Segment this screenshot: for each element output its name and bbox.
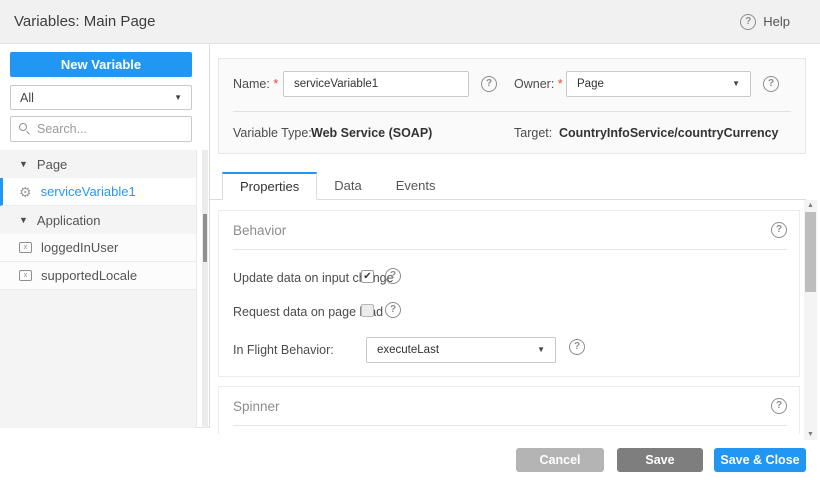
help-icon: ? xyxy=(740,14,756,30)
in-flight-behavior-label: In Flight Behavior: xyxy=(233,343,334,357)
info-divider xyxy=(233,111,791,112)
variable-type-value: Web Service (SOAP) xyxy=(311,126,432,140)
main-panel: Name: * ? Owner: * Page ▼ ? Variable Typ… xyxy=(210,44,820,487)
name-input[interactable] xyxy=(283,71,469,97)
owner-select[interactable]: Page ▼ xyxy=(566,71,751,97)
chevron-down-icon: ▼ xyxy=(732,80,740,88)
tree-group-application[interactable]: ▼ Application xyxy=(0,206,196,234)
save-button[interactable]: Save xyxy=(617,448,703,472)
section-divider xyxy=(233,249,787,250)
cancel-button[interactable]: Cancel xyxy=(516,448,604,472)
tree-group-label: Application xyxy=(37,213,101,228)
variable-filter-value: All xyxy=(20,91,34,105)
variable-info-panel: Name: * ? Owner: * Page ▼ ? Variable Typ… xyxy=(218,58,806,154)
name-label: Name: * xyxy=(233,77,278,91)
in-flight-behavior-select[interactable]: executeLast ▼ xyxy=(366,337,556,363)
sidebar-scrollbar-thumb[interactable] xyxy=(203,214,207,262)
required-marker: * xyxy=(558,77,563,91)
tree-item-supportedlocale[interactable]: x supportedLocale xyxy=(0,262,196,290)
update-data-checkbox[interactable]: ✔ xyxy=(361,270,374,283)
properties-scroll-area: Behavior ? Update data on input change ✔… xyxy=(210,200,806,434)
tree-item-label: supportedLocale xyxy=(41,268,137,283)
tree-group-label: Page xyxy=(37,157,67,172)
in-flight-behavior-help-icon[interactable]: ? xyxy=(569,339,585,355)
request-data-help-icon[interactable]: ? xyxy=(385,302,401,318)
new-variable-button[interactable]: New Variable xyxy=(10,52,192,77)
sidebar-scrollbar[interactable] xyxy=(202,150,208,428)
name-help-icon[interactable]: ? xyxy=(481,76,497,92)
request-data-checkbox[interactable] xyxy=(361,304,374,317)
caret-down-icon: ▼ xyxy=(19,160,28,169)
behavior-section: Behavior ? Update data on input change ✔… xyxy=(218,210,800,377)
variable-filter-select[interactable]: All ▼ xyxy=(10,85,192,110)
content-scrollbar-thumb[interactable] xyxy=(805,212,816,292)
owner-label: Owner: * xyxy=(514,77,563,91)
behavior-section-title: Behavior xyxy=(233,223,286,238)
tree-item-servicevariable1[interactable]: ⚙ serviceVariable1 xyxy=(0,178,196,206)
spinner-section-title: Spinner xyxy=(233,399,280,414)
dialog-header: Variables: Main Page ? Help xyxy=(0,0,820,44)
update-data-help-icon[interactable]: ? xyxy=(385,268,401,284)
chevron-down-icon: ▼ xyxy=(537,346,545,354)
tree-group-page[interactable]: ▼ Page xyxy=(0,150,196,178)
page-title: Variables: Main Page xyxy=(14,13,155,30)
behavior-help-icon[interactable]: ? xyxy=(771,222,787,238)
search-box[interactable] xyxy=(10,116,192,142)
tab-bar: Properties Data Events xyxy=(210,172,806,200)
save-and-close-button[interactable]: Save & Close xyxy=(714,448,806,472)
help-link[interactable]: ? Help xyxy=(740,14,790,30)
owner-help-icon[interactable]: ? xyxy=(763,76,779,92)
target-label: Target: xyxy=(514,126,552,140)
scroll-down-icon[interactable]: ▼ xyxy=(804,429,817,440)
variable-icon: x xyxy=(19,270,32,281)
spinner-section: Spinner ? xyxy=(218,386,800,434)
tab-events[interactable]: Events xyxy=(379,171,453,199)
search-icon xyxy=(19,123,31,135)
chevron-down-icon: ▼ xyxy=(174,94,182,102)
caret-down-icon: ▼ xyxy=(19,216,28,225)
tab-data[interactable]: Data xyxy=(317,171,378,199)
section-divider xyxy=(233,425,787,426)
variables-sidebar: New Variable All ▼ ▼ Page ⚙ serviceVaria… xyxy=(0,44,210,428)
variable-icon: x xyxy=(19,242,32,253)
help-label: Help xyxy=(763,14,790,29)
tree-item-label: serviceVariable1 xyxy=(41,184,136,199)
tab-properties[interactable]: Properties xyxy=(222,172,317,200)
spinner-help-icon[interactable]: ? xyxy=(771,398,787,414)
required-marker: * xyxy=(273,77,278,91)
scroll-up-icon[interactable]: ▲ xyxy=(804,200,817,211)
variables-tree: ▼ Page ⚙ serviceVariable1 ▼ Application … xyxy=(0,150,197,428)
search-input[interactable] xyxy=(37,122,183,136)
tree-item-label: loggedInUser xyxy=(41,240,118,255)
content-scrollbar[interactable]: ▲ ▼ xyxy=(804,200,817,440)
variable-type-label: Variable Type: xyxy=(233,126,312,140)
gear-icon: ⚙ xyxy=(19,185,32,199)
in-flight-behavior-value: executeLast xyxy=(377,344,439,356)
owner-value: Page xyxy=(577,78,604,90)
tree-item-loggedinuser[interactable]: x loggedInUser xyxy=(0,234,196,262)
target-value: CountryInfoService/countryCurrency xyxy=(559,126,779,140)
